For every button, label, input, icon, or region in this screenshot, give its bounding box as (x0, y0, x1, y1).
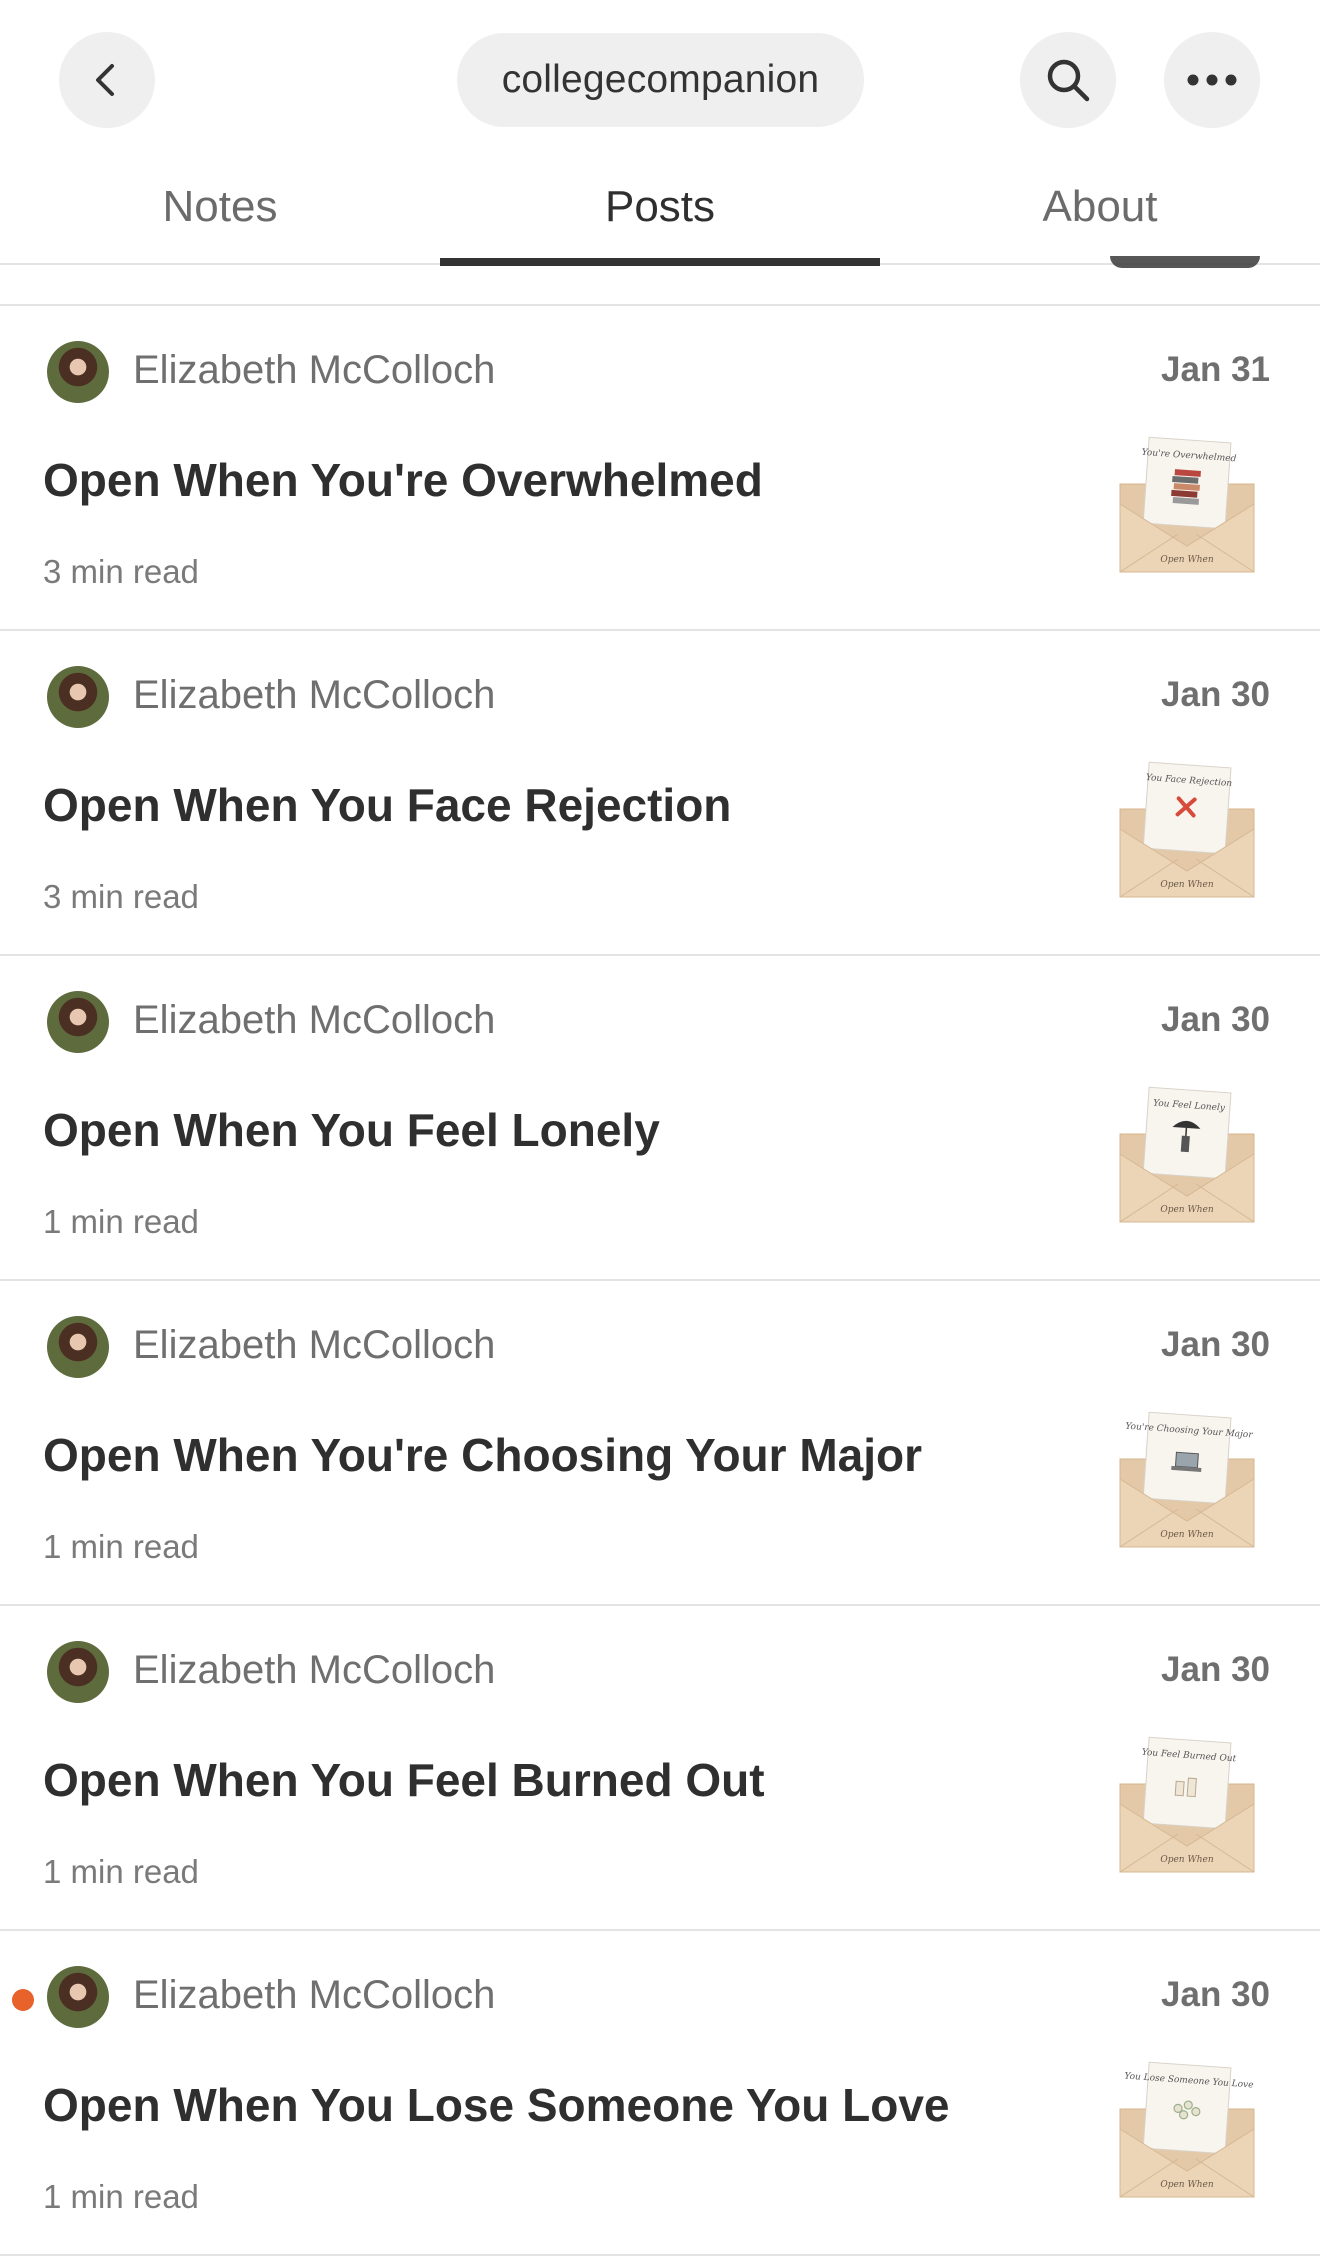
post-thumbnail[interactable]: You Lose Someone You Love Open When (1118, 2059, 1256, 2201)
post-read-time: 3 min read (43, 553, 199, 590)
active-tab-indicator (440, 258, 880, 266)
tab-about[interactable]: About (880, 182, 1320, 232)
search-button[interactable] (1020, 32, 1116, 128)
publication-name-pill[interactable]: collegecompanion (457, 33, 864, 127)
post-date: Jan 30 (1161, 1975, 1270, 2014)
thumbnail-footer: Open When (1160, 1205, 1213, 1215)
publication-name: collegecompanion (501, 58, 820, 101)
post-title[interactable]: Open When You Feel Lonely (43, 1103, 660, 1157)
post-thumbnail[interactable]: You're Choosing Your Major Open When (1118, 1409, 1256, 1551)
author-avatar[interactable] (47, 666, 109, 728)
author-avatar[interactable] (47, 1641, 109, 1703)
chevron-left-icon (96, 64, 114, 96)
author-avatar[interactable] (47, 341, 109, 403)
back-button[interactable] (59, 32, 155, 128)
post-item[interactable]: Elizabeth McColloch Jan 30 Open When You… (0, 1606, 1320, 1931)
post-author[interactable]: Elizabeth McColloch (133, 348, 495, 393)
post-title[interactable]: Open When You're Overwhelmed (43, 453, 763, 507)
thumbnail-footer: Open When (1160, 555, 1213, 565)
tab-notes[interactable]: Notes (0, 182, 440, 232)
post-title[interactable]: Open When You Face Rejection (43, 778, 731, 832)
post-author[interactable]: Elizabeth McColloch (133, 673, 495, 718)
author-avatar[interactable] (47, 1316, 109, 1378)
post-title[interactable]: Open When You Lose Someone You Love (43, 2078, 949, 2132)
post-author[interactable]: Elizabeth McColloch (133, 998, 495, 1043)
post-date: Jan 31 (1161, 350, 1270, 389)
thumbnail-footer: Open When (1160, 1530, 1213, 1540)
ellipsis-icon (1187, 74, 1237, 86)
post-date: Jan 30 (1161, 675, 1270, 714)
author-avatar[interactable] (47, 991, 109, 1053)
post-thumbnail[interactable]: You're Overwhelmed Open When (1118, 434, 1256, 576)
tab-posts[interactable]: Posts (440, 182, 880, 232)
post-date: Jan 30 (1161, 1000, 1270, 1039)
post-title[interactable]: Open When You're Choosing Your Major (43, 1428, 922, 1482)
post-read-time: 1 min read (43, 1203, 199, 1240)
post-item[interactable]: Elizabeth McColloch Jan 30 Open When You… (0, 631, 1320, 956)
post-read-time: 1 min read (43, 2178, 199, 2215)
top-bar: collegecompanion (0, 0, 1320, 160)
tab-bar: Notes Posts About (0, 160, 1320, 266)
post-item[interactable]: Elizabeth McColloch Jan 30 Open When You… (0, 1931, 1320, 2256)
books-stack-icon (1171, 469, 1201, 505)
post-date: Jan 30 (1161, 1325, 1270, 1364)
post-author[interactable]: Elizabeth McColloch (133, 1648, 495, 1693)
post-thumbnail[interactable]: You Feel Lonely Open When (1118, 1084, 1256, 1226)
post-item[interactable]: Elizabeth McColloch Jan 30 Open When You… (0, 1281, 1320, 1606)
post-author[interactable]: Elizabeth McColloch (133, 1973, 495, 2018)
thumbnail-footer: Open When (1160, 2180, 1213, 2190)
post-author[interactable]: Elizabeth McColloch (133, 1323, 495, 1368)
unread-indicator-dot (12, 1989, 34, 2011)
search-icon (1047, 59, 1090, 102)
previous-post-thumbnail-edge (1110, 256, 1260, 268)
laptop-icon (1171, 1451, 1202, 1473)
author-avatar[interactable] (47, 1966, 109, 2028)
post-item[interactable]: Elizabeth McColloch Jan 30 Open When You… (0, 956, 1320, 1281)
post-item[interactable]: Elizabeth McColloch Jan 31 Open When You… (0, 306, 1320, 631)
post-date: Jan 30 (1161, 1650, 1270, 1689)
thumbnail-footer: Open When (1160, 1855, 1213, 1865)
thumbnail-footer: Open When (1160, 880, 1213, 890)
post-read-time: 1 min read (43, 1528, 199, 1565)
post-read-time: 3 min read (43, 878, 199, 915)
post-thumbnail[interactable]: You Feel Burned Out Open When (1118, 1734, 1256, 1876)
more-options-button[interactable] (1164, 32, 1260, 128)
post-thumbnail[interactable]: You Face Rejection Open When (1118, 759, 1256, 901)
post-title[interactable]: Open When You Feel Burned Out (43, 1753, 765, 1807)
post-read-time: 1 min read (43, 1853, 199, 1890)
